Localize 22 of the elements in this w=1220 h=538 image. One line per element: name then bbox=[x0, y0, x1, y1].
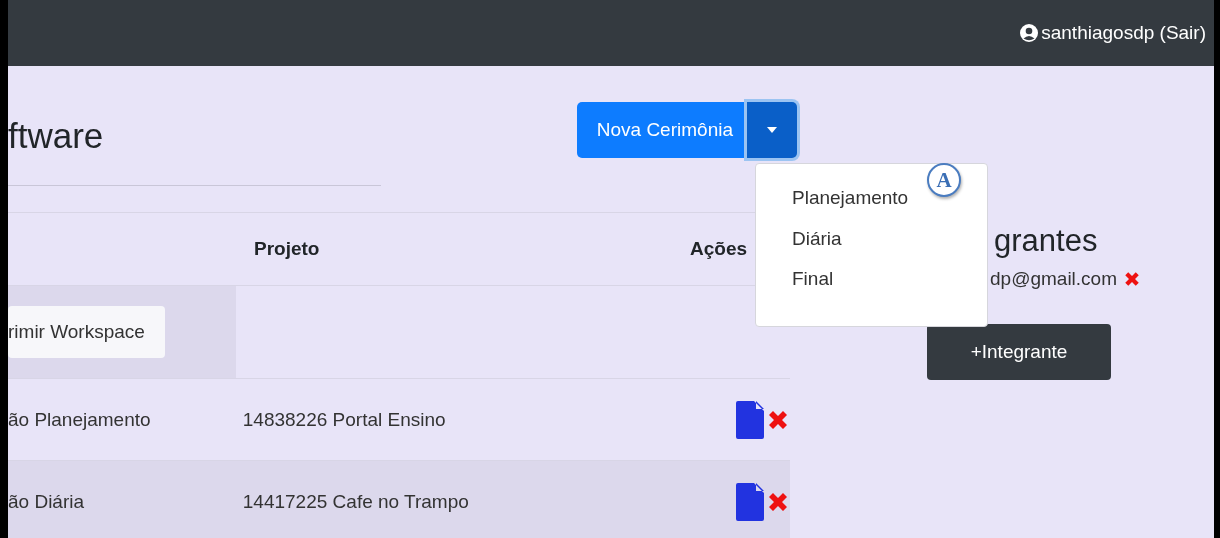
caret-icon bbox=[767, 127, 777, 133]
new-ceremony-button[interactable]: Nova Cerimônia bbox=[576, 102, 747, 158]
table-cell-text: 14417225 Cafe no Trampo bbox=[241, 490, 470, 513]
table-cell-text: ão Diária bbox=[8, 490, 86, 513]
add-member-button[interactable]: +Integrante bbox=[927, 324, 1111, 381]
user-link[interactable]: santhiagosdp (Sair) bbox=[1019, 22, 1206, 44]
callout-marker: A bbox=[927, 163, 961, 197]
members-title: grantes bbox=[994, 224, 1099, 259]
menu-item[interactable]: Diária bbox=[756, 226, 987, 252]
dropdown-toggle[interactable] bbox=[747, 102, 797, 158]
remove-icon[interactable] bbox=[1123, 270, 1141, 289]
column-header: Projeto bbox=[253, 238, 321, 260]
page-title: ftware bbox=[8, 118, 104, 153]
workspace-button[interactable]: rimir Workspace bbox=[8, 306, 165, 358]
user-icon bbox=[1019, 23, 1040, 43]
menu-item[interactable]: Final bbox=[756, 267, 987, 293]
document-icon[interactable] bbox=[736, 400, 764, 439]
document-icon[interactable] bbox=[736, 482, 764, 521]
member-email: dp@gmail.com bbox=[990, 268, 1117, 291]
table-cell-text: 14838226 Portal Ensino bbox=[241, 408, 447, 431]
table-cell-text: ão Planejamento bbox=[8, 408, 152, 431]
column-header: Ações bbox=[689, 238, 749, 260]
